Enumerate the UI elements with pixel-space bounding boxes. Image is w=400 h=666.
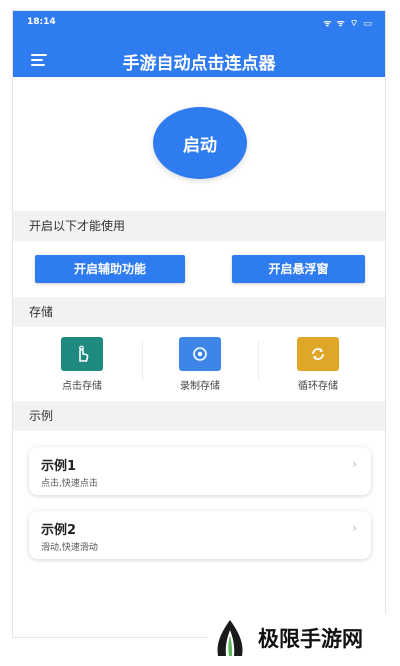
example-subtitle: 滑动,快速滑动 [41, 543, 98, 553]
status-icons: ᯤ ᯤ ⌔ ▭ [323, 19, 373, 29]
watermark-logo-icon [208, 616, 252, 660]
watermark: 极限手游网 [208, 614, 398, 662]
status-time: 18:14 [27, 17, 56, 27]
example-title: 示例2 [41, 523, 77, 538]
loop-storage-tile[interactable]: 循环存储 [263, 337, 373, 392]
chevron-right-icon: › [352, 457, 357, 471]
example-card-2[interactable]: 示例2 滑动,快速滑动 › [29, 511, 371, 559]
record-icon [179, 337, 221, 371]
section-permissions: 开启以下才能使用 [13, 211, 385, 241]
chevron-right-icon: › [352, 521, 357, 535]
tile-label: 循环存储 [298, 381, 338, 392]
app-screen: 18:14 ᯤ ᯤ ⌔ ▭ 手游自动点击连点器 启动 开启以下才能使用 开启辅助… [12, 10, 386, 638]
app-header: 18:14 ᯤ ᯤ ⌔ ▭ 手游自动点击连点器 [13, 11, 385, 77]
tile-label: 点击存储 [62, 381, 102, 392]
example-subtitle: 点击,快速点击 [41, 479, 98, 489]
click-storage-tile[interactable]: 点击存储 [27, 337, 137, 392]
hand-tap-icon [61, 337, 103, 371]
start-button[interactable]: 启动 [153, 107, 247, 179]
enable-float-window-button[interactable]: 开启悬浮窗 [232, 255, 365, 283]
watermark-text: 极限手游网 [258, 627, 363, 651]
divider [258, 341, 259, 381]
record-storage-tile[interactable]: 录制存储 [145, 337, 255, 392]
section-storage: 存储 [13, 297, 385, 327]
divider [142, 341, 143, 381]
loop-icon [297, 337, 339, 371]
example-card-1[interactable]: 示例1 点击,快速点击 › [29, 447, 371, 495]
section-examples: 示例 [13, 401, 385, 431]
enable-accessibility-button[interactable]: 开启辅助功能 [35, 255, 185, 283]
tile-label: 录制存储 [180, 381, 220, 392]
page-title: 手游自动点击连点器 [122, 54, 276, 74]
example-title: 示例1 [41, 459, 77, 474]
